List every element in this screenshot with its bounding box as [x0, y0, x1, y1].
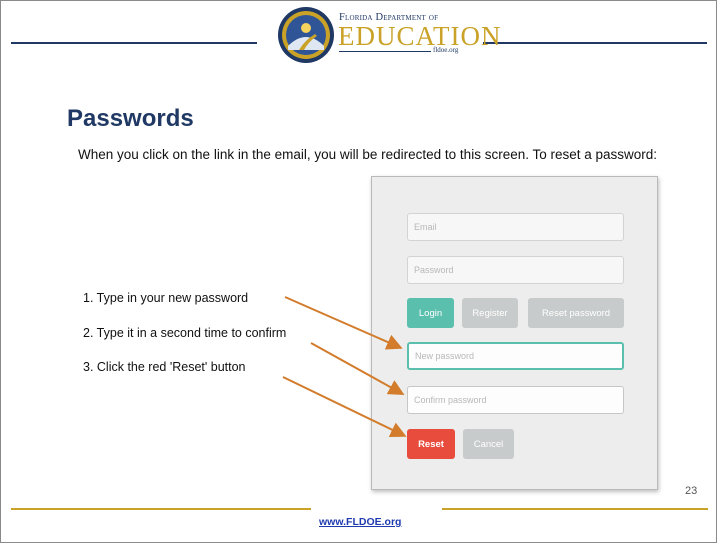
reset-button[interactable]: Reset: [407, 429, 455, 459]
header-rule-right: [483, 42, 707, 44]
password-field[interactable]: [407, 256, 624, 284]
footer-rule-right: [442, 508, 708, 510]
fldoe-logo: Florida Department of EDUCATION fldoe.or…: [277, 4, 501, 68]
register-button[interactable]: Register: [462, 298, 518, 328]
email-field[interactable]: [407, 213, 624, 241]
slide-title: Passwords: [67, 105, 194, 132]
step-1-text: 1. Type in your new password: [83, 291, 249, 305]
footer-rule-left: [11, 508, 311, 510]
login-button[interactable]: Login: [407, 298, 454, 328]
logo-sub-text: fldoe.org: [433, 46, 459, 54]
cancel-button[interactable]: Cancel: [463, 429, 514, 459]
step-3-text: 3. Click the red 'Reset' button: [83, 360, 246, 374]
logo-rule: [339, 51, 431, 52]
fldoe-website-link[interactable]: www.FLDOE.org: [319, 516, 401, 528]
step-2-text: 2. Type it in a second time to confirm: [83, 326, 287, 340]
header-rule-left: [11, 42, 257, 44]
logo-main-text: EDUCATION: [338, 21, 502, 51]
password-reset-form: Login Register Reset password Reset Canc…: [371, 176, 658, 490]
fldoe-seal-icon: [278, 7, 334, 63]
reset-password-button[interactable]: Reset password: [528, 298, 624, 328]
instruction-text: When you click on the link in the email,…: [78, 147, 658, 162]
new-password-field[interactable]: [407, 342, 624, 370]
page-number: 23: [685, 485, 698, 497]
slide: Florida Department of EDUCATION fldoe.or…: [0, 0, 717, 543]
confirm-password-field[interactable]: [407, 386, 624, 414]
